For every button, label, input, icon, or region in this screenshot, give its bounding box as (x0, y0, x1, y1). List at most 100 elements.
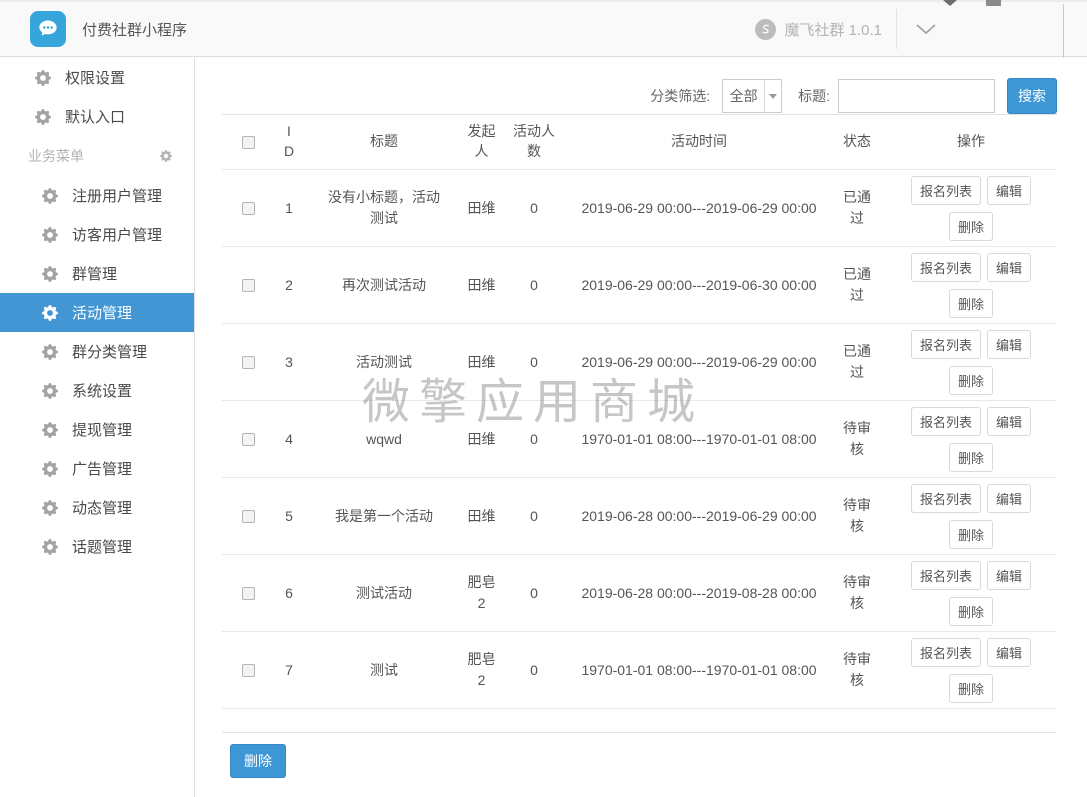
brand-info: 魔飞社群 1.0.1 (755, 19, 882, 40)
row-time: 2019-06-29 00:00---2019-06-30 00:00 (569, 247, 829, 324)
chevron-down-icon[interactable] (915, 23, 937, 35)
signup-list-button[interactable]: 报名列表 (911, 484, 981, 513)
sidebar-item-label: 提现管理 (72, 419, 132, 440)
sidebar-item[interactable]: 访客用户管理 (0, 215, 194, 254)
row-checkbox-cell (222, 170, 274, 247)
select-row-checkbox[interactable] (242, 510, 255, 523)
edit-button[interactable]: 编辑 (987, 176, 1031, 205)
signup-list-button[interactable]: 报名列表 (911, 561, 981, 590)
sidebar-item[interactable]: 提现管理 (0, 410, 194, 449)
table-row: 4 wqwd 田维 0 1970-01-01 08:00---1970-01-0… (222, 401, 1057, 478)
delete-button[interactable]: 删除 (949, 443, 993, 472)
delete-button[interactable]: 删除 (949, 520, 993, 549)
sidebar-item[interactable]: 群分类管理 (0, 332, 194, 371)
sidebar-item-label: 话题管理 (72, 536, 132, 557)
sidebar-item[interactable]: 活动管理 (0, 293, 194, 332)
sidebar-item-label: 访客用户管理 (72, 224, 162, 245)
row-id: 6 (274, 555, 304, 632)
table-row: 7 测试 肥皂2 0 1970-01-01 08:00---1970-01-01… (222, 632, 1057, 709)
col-header-actions: 操作 (885, 115, 1057, 170)
top-bar: 付费社群小程序 魔飞社群 1.0.1 (0, 0, 1087, 57)
col-header-status: 状态 (829, 115, 885, 170)
select-row-checkbox[interactable] (242, 279, 255, 292)
row-actions: 报名列表 编辑 删除 (885, 478, 1057, 555)
delete-button[interactable]: 删除 (949, 366, 993, 395)
gear-icon (42, 305, 58, 321)
col-header-title: 标题 (304, 115, 464, 170)
signup-list-button[interactable]: 报名列表 (911, 330, 981, 359)
delete-button[interactable]: 删除 (949, 212, 993, 241)
sidebar: 权限设置 默认入口 业务菜单 注册用户管理 (0, 58, 195, 797)
row-participants: 0 (499, 401, 569, 478)
select-all-checkbox[interactable] (242, 136, 255, 149)
edit-button[interactable]: 编辑 (987, 407, 1031, 436)
signup-list-button[interactable]: 报名列表 (911, 176, 981, 205)
row-status: 已通过 (829, 247, 885, 324)
edit-button[interactable]: 编辑 (987, 484, 1031, 513)
bulk-delete-button[interactable]: 删除 (230, 744, 286, 778)
gear-icon (42, 461, 58, 477)
select-row-checkbox[interactable] (242, 587, 255, 600)
sidebar-item[interactable]: 系统设置 (0, 371, 194, 410)
select-row-checkbox[interactable] (242, 356, 255, 369)
select-row-checkbox[interactable] (242, 202, 255, 215)
table-row: 3 活动测试 田维 0 2019-06-29 00:00---2019-06-2… (222, 324, 1057, 401)
sidebar-item[interactable]: 话题管理 (0, 527, 194, 566)
gear-icon[interactable] (160, 150, 172, 162)
row-id: 2 (274, 247, 304, 324)
signup-list-button[interactable]: 报名列表 (911, 638, 981, 667)
row-checkbox-cell (222, 555, 274, 632)
edit-button[interactable]: 编辑 (987, 638, 1031, 667)
gear-icon (42, 227, 58, 243)
row-title: 测试 (304, 632, 464, 709)
category-filter-label: 分类筛选: (650, 86, 710, 106)
edit-button[interactable]: 编辑 (987, 253, 1031, 282)
row-participants: 0 (499, 247, 569, 324)
category-select[interactable]: 全部 (722, 79, 782, 113)
row-participants: 0 (499, 170, 569, 247)
app-title: 付费社群小程序 (82, 19, 187, 40)
swirl-badge-icon (755, 19, 776, 40)
delete-button[interactable]: 删除 (949, 674, 993, 703)
row-checkbox-cell (222, 401, 274, 478)
signup-list-button[interactable]: 报名列表 (911, 253, 981, 282)
sidebar-item[interactable]: 注册用户管理 (0, 176, 194, 215)
gear-icon (42, 188, 58, 204)
row-participants: 0 (499, 478, 569, 555)
select-row-checkbox[interactable] (242, 433, 255, 446)
row-time: 2019-06-29 00:00---2019-06-29 00:00 (569, 170, 829, 247)
col-header-participants: 活动人数 (499, 115, 569, 170)
sidebar-item[interactable]: 默认入口 (0, 97, 194, 136)
row-title: 没有小标题，活动测试 (304, 170, 464, 247)
row-status: 待审核 (829, 401, 885, 478)
row-participants: 0 (499, 324, 569, 401)
row-time: 1970-01-01 08:00---1970-01-01 08:00 (569, 401, 829, 478)
row-checkbox-cell (222, 324, 274, 401)
sidebar-item[interactable]: 权限设置 (0, 58, 194, 97)
sidebar-item-label: 群管理 (72, 263, 117, 284)
search-button[interactable]: 搜索 (1007, 78, 1057, 114)
row-title: 测试活动 (304, 555, 464, 632)
delete-button[interactable]: 删除 (949, 289, 993, 318)
edit-button[interactable]: 编辑 (987, 330, 1031, 359)
gear-icon (42, 383, 58, 399)
gear-icon (42, 266, 58, 282)
sidebar-item[interactable]: 群管理 (0, 254, 194, 293)
row-title: wqwd (304, 401, 464, 478)
title-input[interactable] (838, 79, 995, 113)
select-row-checkbox[interactable] (242, 664, 255, 677)
sidebar-item[interactable]: 动态管理 (0, 488, 194, 527)
row-participants: 0 (499, 632, 569, 709)
col-header-time: 活动时间 (569, 115, 829, 170)
row-initiator: 田维 (464, 170, 499, 247)
filter-bar: 分类筛选: 全部 标题: 搜索 (222, 78, 1057, 114)
signup-list-button[interactable]: 报名列表 (911, 407, 981, 436)
row-actions: 报名列表 编辑 删除 (885, 632, 1057, 709)
row-id: 1 (274, 170, 304, 247)
gear-icon (35, 70, 51, 86)
brand-text: 魔飞社群 1.0.1 (784, 19, 882, 40)
row-title: 再次测试活动 (304, 247, 464, 324)
delete-button[interactable]: 删除 (949, 597, 993, 626)
edit-button[interactable]: 编辑 (987, 561, 1031, 590)
sidebar-item[interactable]: 广告管理 (0, 449, 194, 488)
